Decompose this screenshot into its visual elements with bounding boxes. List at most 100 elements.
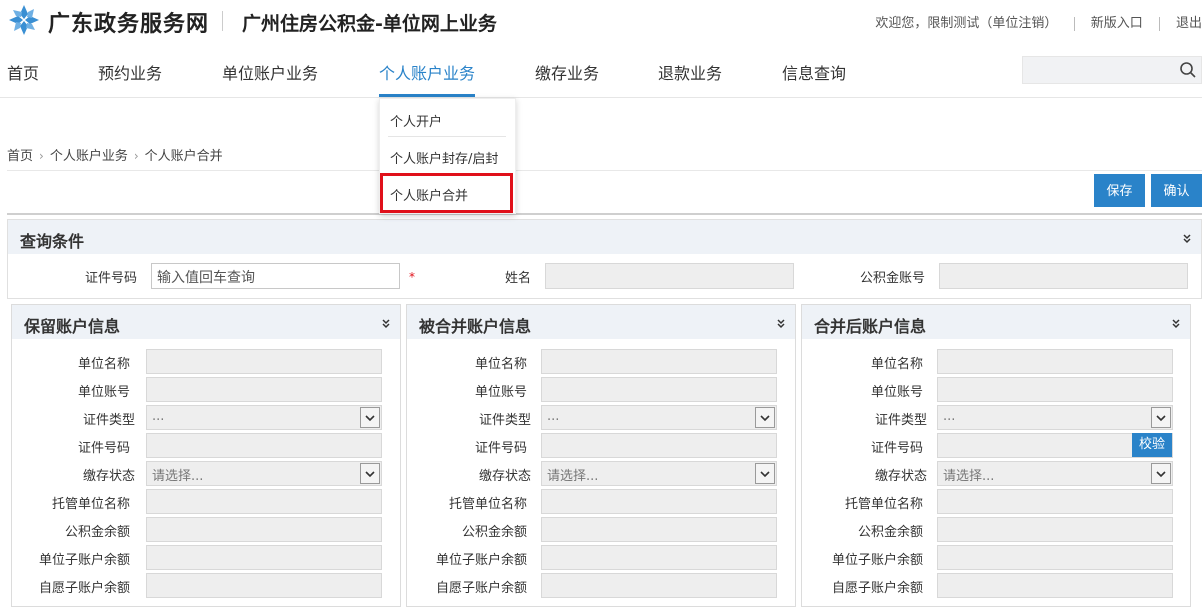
deposit-status-select[interactable]: 请选择... — [937, 461, 1173, 486]
menu-item-open-account[interactable]: 个人开户 — [390, 111, 442, 130]
menu-item-seal-unseal[interactable]: 个人账户封存/启封 — [390, 148, 498, 167]
panel-header: 合并后账户信息 — [802, 305, 1190, 339]
save-button[interactable]: 保存 — [1094, 174, 1145, 207]
header-divider — [222, 11, 223, 31]
new-entry-link[interactable]: 新版入口 — [1091, 12, 1143, 31]
search-icon[interactable] — [1179, 61, 1197, 79]
field-label: 单位账号 — [474, 385, 527, 400]
system-subtitle: 广州住房公积金-单位网上业务 — [242, 13, 497, 35]
id-number-input[interactable]: 输入值回车查询 — [151, 263, 400, 289]
chevron-down-icon[interactable] — [360, 407, 380, 428]
divider — [1158, 16, 1160, 31]
id-number-placeholder: 输入值回车查询 — [157, 270, 255, 286]
field-label: 自愿子账户余额 — [38, 581, 130, 596]
collapse-icon[interactable] — [1181, 232, 1193, 244]
breadcrumb-current: 个人账户合并 — [144, 149, 223, 164]
chevron-down-icon[interactable] — [1151, 407, 1171, 428]
query-panel-title: 查询条件 — [20, 232, 85, 251]
collapse-icon[interactable] — [1170, 317, 1182, 329]
unit-account-field[interactable] — [937, 377, 1173, 402]
fund-balance-field[interactable] — [146, 517, 382, 542]
collapse-icon[interactable] — [775, 317, 787, 329]
active-tab-indicator — [379, 94, 475, 97]
field-label: 单位名称 — [474, 357, 527, 372]
required-mark: * — [409, 270, 415, 284]
panel-title: 被合并账户信息 — [419, 317, 532, 336]
retained-account-panel: 保留账户信息 单位名称 单位账号 证件类型 ... 证件号码 缴存状态 请选择.… — [11, 304, 401, 607]
field-label: 托管单位名称 — [51, 497, 130, 512]
breadcrumb-home[interactable]: 首页 — [7, 149, 33, 164]
panel-header: 被合并账户信息 — [407, 305, 795, 339]
unit-name-field[interactable] — [937, 349, 1173, 374]
field-label: 缴存状态 — [82, 469, 135, 484]
name-field[interactable] — [545, 263, 794, 289]
field-label: 证件类型 — [874, 413, 927, 428]
chevron-down-icon[interactable] — [360, 463, 380, 484]
nav-personal-account[interactable]: 个人账户业务 — [379, 60, 475, 84]
fund-balance-field[interactable] — [937, 517, 1173, 542]
nav-info-query[interactable]: 信息查询 — [782, 60, 846, 84]
breadcrumb-section[interactable]: 个人账户业务 — [50, 149, 128, 164]
id-number-label: 证件号码 — [85, 271, 138, 286]
nav-appointment[interactable]: 预约业务 — [98, 60, 162, 84]
field-label: 单位账号 — [77, 385, 130, 400]
voluntary-sub-balance-field[interactable] — [146, 573, 382, 598]
merged-account-panel: 被合并账户信息 单位名称 单位账号 证件类型 ... 证件号码 缴存状态 请选择… — [406, 304, 796, 607]
unit-sub-balance-field[interactable] — [541, 545, 777, 570]
fund-balance-field[interactable] — [541, 517, 777, 542]
search-input[interactable] — [1022, 56, 1202, 84]
unit-account-field[interactable] — [541, 377, 777, 402]
post-merge-account-panel: 合并后账户信息 单位名称 单位账号 证件类型 ... 证件号码 校验 缴存状态 … — [801, 304, 1191, 607]
nav-unit-account[interactable]: 单位账户业务 — [222, 60, 318, 84]
deposit-status-select[interactable]: 请选择... — [541, 461, 777, 486]
welcome-text: 欢迎您，限制测试（单位注销） — [875, 16, 1058, 31]
field-label: 单位账号 — [870, 385, 923, 400]
verify-button[interactable]: 校验 — [1132, 433, 1172, 457]
unit-account-field[interactable] — [146, 377, 382, 402]
field-label: 单位子账户余额 — [38, 553, 130, 568]
cert-type-select[interactable]: ... — [541, 405, 777, 430]
field-label: 单位名称 — [870, 357, 923, 372]
cert-type-value: ... — [152, 409, 165, 424]
panel-header: 保留账户信息 — [12, 305, 400, 339]
collapse-icon[interactable] — [380, 317, 392, 329]
cert-type-select[interactable]: ... — [146, 405, 382, 430]
nav-deposit[interactable]: 缴存业务 — [535, 60, 599, 84]
unit-name-field[interactable] — [541, 349, 777, 374]
voluntary-sub-balance-field[interactable] — [541, 573, 777, 598]
logout-link[interactable]: 退出 — [1176, 12, 1202, 31]
custodian-unit-field[interactable] — [541, 489, 777, 514]
id-number-field[interactable] — [146, 433, 382, 458]
unit-sub-balance-field[interactable] — [146, 545, 382, 570]
custodian-unit-field[interactable] — [937, 489, 1173, 514]
panel-title: 保留账户信息 — [24, 317, 121, 336]
voluntary-sub-balance-field[interactable] — [937, 573, 1173, 598]
menu-divider — [388, 136, 506, 137]
chevron-down-icon[interactable] — [755, 407, 775, 428]
field-label: 证件号码 — [474, 441, 527, 456]
main-nav: 首页 预约业务 单位账户业务 个人账户业务 缴存业务 退款业务 信息查询 — [0, 42, 1202, 98]
field-label: 公积金余额 — [64, 525, 130, 540]
field-label: 证件类型 — [82, 413, 135, 428]
divider — [7, 213, 1202, 215]
field-label: 单位子账户余额 — [435, 553, 527, 568]
id-number-field[interactable] — [541, 433, 777, 458]
nav-home[interactable]: 首页 — [7, 60, 39, 84]
cert-type-select[interactable]: ... — [937, 405, 1173, 430]
chevron-right-icon: › — [133, 149, 139, 163]
custodian-unit-field[interactable] — [146, 489, 382, 514]
field-label: 证件类型 — [478, 413, 531, 428]
confirm-button[interactable]: 确认 — [1151, 174, 1202, 207]
deposit-status-select[interactable]: 请选择... — [146, 461, 382, 486]
field-label: 缴存状态 — [478, 469, 531, 484]
unit-name-field[interactable] — [146, 349, 382, 374]
field-label: 缴存状态 — [874, 469, 927, 484]
highlight-box — [380, 173, 513, 213]
unit-sub-balance-field[interactable] — [937, 545, 1173, 570]
chevron-down-icon[interactable] — [1151, 463, 1171, 484]
nav-refund[interactable]: 退款业务 — [658, 60, 722, 84]
chevron-down-icon[interactable] — [755, 463, 775, 484]
deposit-status-value: 请选择... — [943, 469, 995, 484]
fund-account-field[interactable] — [939, 263, 1188, 289]
divider — [7, 170, 1202, 171]
